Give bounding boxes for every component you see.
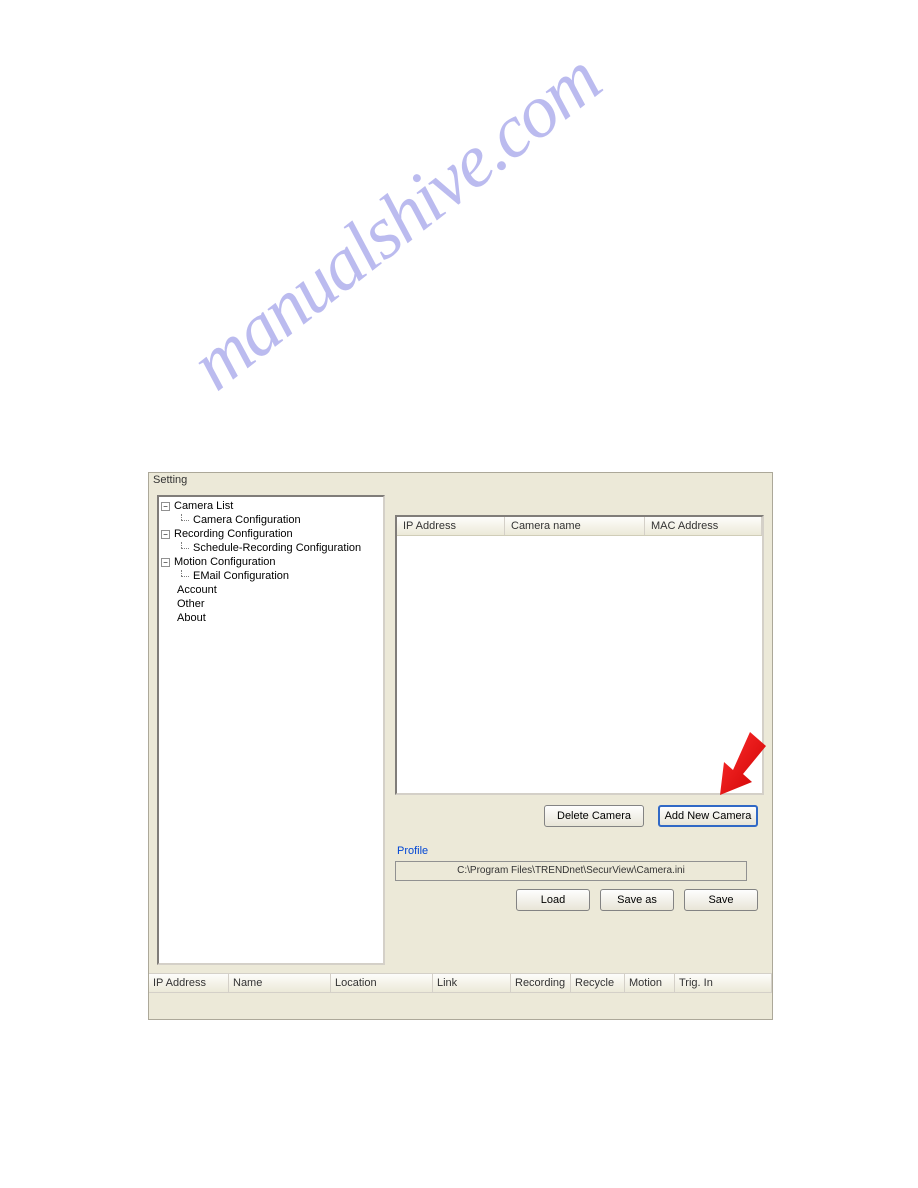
tree-label: EMail Configuration xyxy=(193,570,289,582)
tree-item-schedule-recording[interactable]: Schedule-Recording Configuration xyxy=(161,541,381,555)
camera-buttons-row: Delete Camera Add New Camera xyxy=(395,805,764,827)
status-col-motion[interactable]: Motion xyxy=(625,974,675,992)
col-header-name[interactable]: Camera name xyxy=(505,517,645,535)
save-button[interactable]: Save xyxy=(684,889,758,911)
tree-toggle-icon[interactable]: − xyxy=(161,558,170,567)
add-new-camera-button[interactable]: Add New Camera xyxy=(658,805,758,827)
tree-item-camera-config[interactable]: Camera Configuration xyxy=(161,513,381,527)
tree-item-camera-list[interactable]: − Camera List xyxy=(161,499,381,513)
tree-connector-icon xyxy=(177,542,191,554)
watermark-text: manualshive.com xyxy=(175,37,616,408)
status-col-name[interactable]: Name xyxy=(229,974,331,992)
tree-item-email-config[interactable]: EMail Configuration xyxy=(161,569,381,583)
save-as-button[interactable]: Save as xyxy=(600,889,674,911)
profile-buttons-row: Load Save as Save xyxy=(395,889,764,911)
camera-list-table[interactable]: IP Address Camera name MAC Address xyxy=(395,515,764,795)
tree-label: Motion Configuration xyxy=(174,556,276,568)
status-table: IP Address Name Location Link Recording … xyxy=(149,973,772,1019)
tree-toggle-icon[interactable]: − xyxy=(161,502,170,511)
table-header: IP Address Camera name MAC Address xyxy=(397,517,762,536)
tree-connector-icon xyxy=(177,514,191,526)
col-header-mac[interactable]: MAC Address xyxy=(645,517,762,535)
tree-label: Camera List xyxy=(174,500,233,512)
status-col-location[interactable]: Location xyxy=(331,974,433,992)
tree-connector-icon xyxy=(177,570,191,582)
status-col-trigin[interactable]: Trig. In xyxy=(675,974,772,992)
panel-title: Setting xyxy=(149,473,772,487)
tree-label: Other xyxy=(177,598,205,610)
tree-item-recording-config[interactable]: − Recording Configuration xyxy=(161,527,381,541)
tree-label: About xyxy=(177,612,206,624)
status-table-header: IP Address Name Location Link Recording … xyxy=(149,974,772,993)
main-panel: − Camera List Camera Configuration − Rec… xyxy=(149,487,772,973)
profile-section: Profile C:\Program Files\TRENDnet\SecurV… xyxy=(395,845,764,911)
tree-label: Account xyxy=(177,584,217,596)
tree-toggle-icon[interactable]: − xyxy=(161,530,170,539)
tree-label: Camera Configuration xyxy=(193,514,301,526)
profile-label: Profile xyxy=(395,845,764,857)
delete-camera-button[interactable]: Delete Camera xyxy=(544,805,644,827)
status-col-recycle[interactable]: Recycle xyxy=(571,974,625,992)
right-panel: IP Address Camera name MAC Address Delet… xyxy=(395,495,764,965)
load-button[interactable]: Load xyxy=(516,889,590,911)
tree-label: Schedule-Recording Configuration xyxy=(193,542,361,554)
status-col-link[interactable]: Link xyxy=(433,974,511,992)
profile-path-display: C:\Program Files\TRENDnet\SecurView\Came… xyxy=(395,861,747,881)
tree-item-motion-config[interactable]: − Motion Configuration xyxy=(161,555,381,569)
status-col-recording[interactable]: Recording xyxy=(511,974,571,992)
tree-item-other[interactable]: Other xyxy=(161,597,381,611)
tree-label: Recording Configuration xyxy=(174,528,293,540)
status-table-body xyxy=(149,993,772,1019)
col-header-ip[interactable]: IP Address xyxy=(397,517,505,535)
status-col-ip[interactable]: IP Address xyxy=(149,974,229,992)
settings-window: Setting − Camera List Camera Configurati… xyxy=(148,472,773,1020)
settings-tree[interactable]: − Camera List Camera Configuration − Rec… xyxy=(157,495,385,965)
tree-item-about[interactable]: About xyxy=(161,611,381,625)
tree-item-account[interactable]: Account xyxy=(161,583,381,597)
